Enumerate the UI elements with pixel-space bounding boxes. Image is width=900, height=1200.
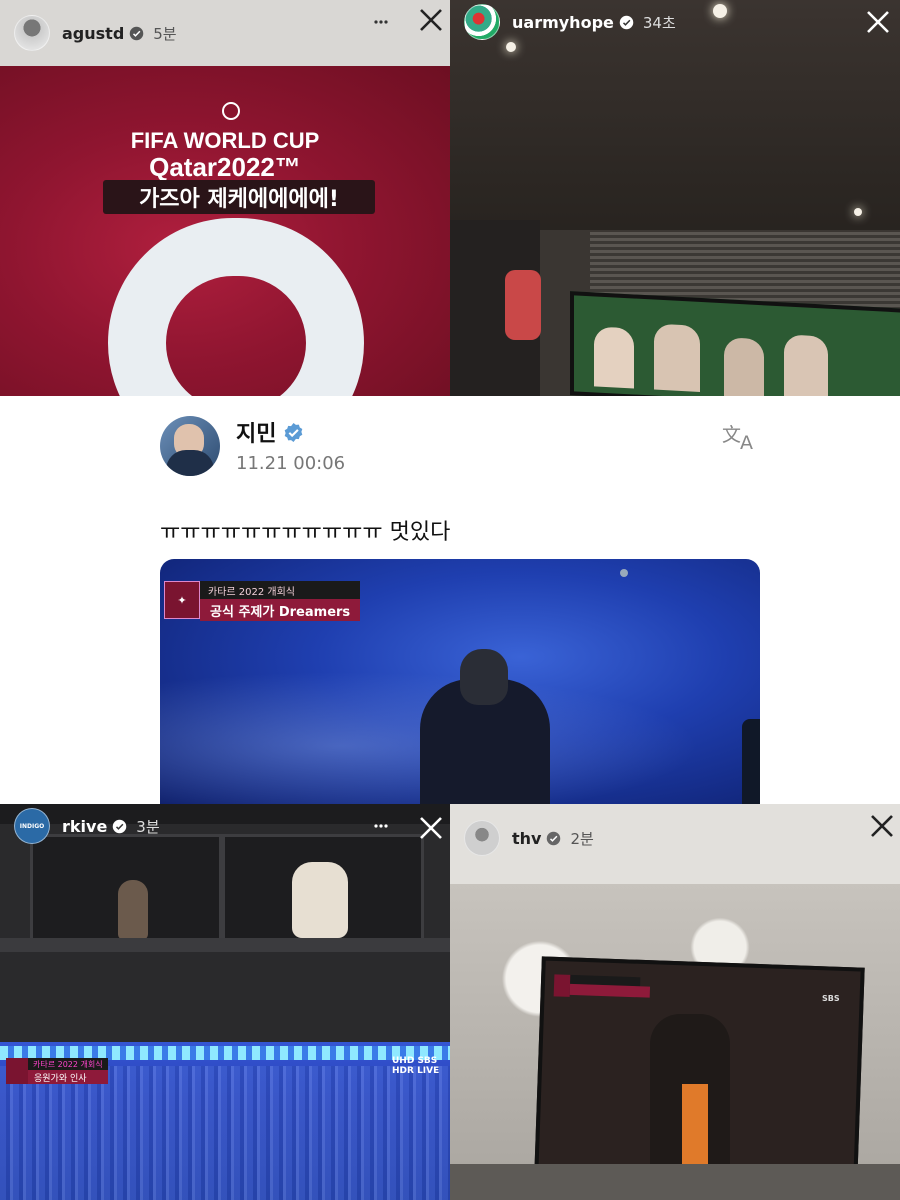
channel-logo: UHD SBS HDR LIVE <box>392 1056 440 1076</box>
post-author-name[interactable]: 지민 <box>236 416 276 448</box>
verified-badge-icon <box>284 423 303 442</box>
story-username[interactable]: rkive <box>62 817 107 836</box>
verified-badge-icon <box>130 26 144 40</box>
performer-outfit <box>682 1084 708 1166</box>
post-avatar[interactable] <box>160 416 220 476</box>
close-icon[interactable] <box>864 8 892 36</box>
tv-stand <box>450 1164 900 1200</box>
story-header: INDIGO rkive 3분 <box>0 804 450 848</box>
close-icon[interactable] <box>417 814 445 842</box>
figurine <box>118 880 148 940</box>
qatar-logo-icon <box>553 974 571 997</box>
verified-badge-icon <box>547 831 561 845</box>
story-header: uarmyhope 34초 <box>450 0 900 44</box>
close-icon[interactable] <box>868 812 896 840</box>
verified-badge-icon <box>113 819 127 833</box>
story-time: 34초 <box>642 13 676 32</box>
avatar-text: INDIGO <box>19 822 45 830</box>
post-card: 지민 11.21 00:06 文 A ㅠㅠㅠㅠㅠㅠㅠㅠㅠㅠㅠ 멋있다 ✦ 카타르… <box>0 396 900 804</box>
story-username[interactable]: agustd <box>62 24 124 43</box>
avatar[interactable] <box>14 15 50 51</box>
svg-text:A: A <box>740 432 753 452</box>
shelf-ledge <box>0 938 450 952</box>
broadcast-banner <box>553 974 651 999</box>
red-object <box>505 270 541 340</box>
post-text: ㅠㅠㅠㅠㅠㅠㅠㅠㅠㅠㅠ 멋있다 <box>160 520 451 545</box>
fifa-emblem-icon <box>222 102 240 120</box>
story-time: 3분 <box>136 817 160 836</box>
story-thv: SBS thv 2분 <box>450 804 900 1200</box>
story-uarmyhope: uarmyhope 34초 <box>450 0 900 396</box>
more-options-icon[interactable] <box>374 822 388 830</box>
story-username[interactable]: uarmyhope <box>512 13 614 32</box>
tv-screen <box>570 291 900 396</box>
post-timestamp: 11.21 00:06 <box>236 453 346 474</box>
svg-text:文: 文 <box>722 424 741 446</box>
stadium-crowd <box>0 1066 450 1200</box>
broadcast-banner-top: 카타르 2022 개회식 <box>200 581 361 599</box>
close-icon[interactable] <box>417 6 445 34</box>
post-media[interactable]: ✦ 카타르 2022 개회식 공식 주제가 Dreamers <box>160 559 760 804</box>
story-header: thv 2분 <box>450 804 900 884</box>
performer-head <box>460 649 508 705</box>
story-time: 2분 <box>570 829 594 848</box>
qatar-logo-icon: ✦ <box>164 581 200 619</box>
story-header: agustd 5분 <box>0 0 450 66</box>
story-rkive: 카타르 2022 개회식 응원가와 인사 UHD SBS HDR LIVE IN… <box>0 804 450 1200</box>
translate-icon[interactable]: 文 A <box>722 422 762 454</box>
broadcast-banner: ✦ 카타르 2022 개회식 공식 주제가 Dreamers <box>164 581 361 621</box>
fifa-logo-line1: FIFA WORLD CUP <box>130 128 320 153</box>
fifa-logo-line2: Qatar2022™ <box>149 152 301 182</box>
story-caption: 가즈아 제케에에에에! <box>103 180 375 214</box>
more-options-icon[interactable] <box>374 17 388 27</box>
ceiling-light <box>854 208 862 216</box>
story-time: 5분 <box>153 24 177 43</box>
qatar-logo-icon <box>6 1058 28 1084</box>
avatar[interactable] <box>464 820 500 856</box>
avatar[interactable]: INDIGO <box>14 808 50 844</box>
fifa-logo: FIFA WORLD CUP Qatar2022™ <box>0 128 450 183</box>
story-username[interactable]: thv <box>512 829 541 848</box>
broadcast-banner: 카타르 2022 개회식 응원가와 인사 <box>6 1058 108 1084</box>
broadcast-banner-bottom: 공식 주제가 Dreamers <box>200 599 361 621</box>
verified-badge-icon <box>619 15 634 29</box>
broadcast-banner-bottom: 응원가와 인사 <box>28 1070 108 1084</box>
story-agustd: agustd 5분 FIFA WORLD CUP Qatar2022™ 가즈아 … <box>0 0 450 396</box>
channel-logo: SBS <box>822 994 840 1003</box>
broadcast-banner-top: 카타르 2022 개회식 <box>28 1058 108 1070</box>
avatar[interactable] <box>464 4 500 40</box>
figurine <box>292 862 348 938</box>
